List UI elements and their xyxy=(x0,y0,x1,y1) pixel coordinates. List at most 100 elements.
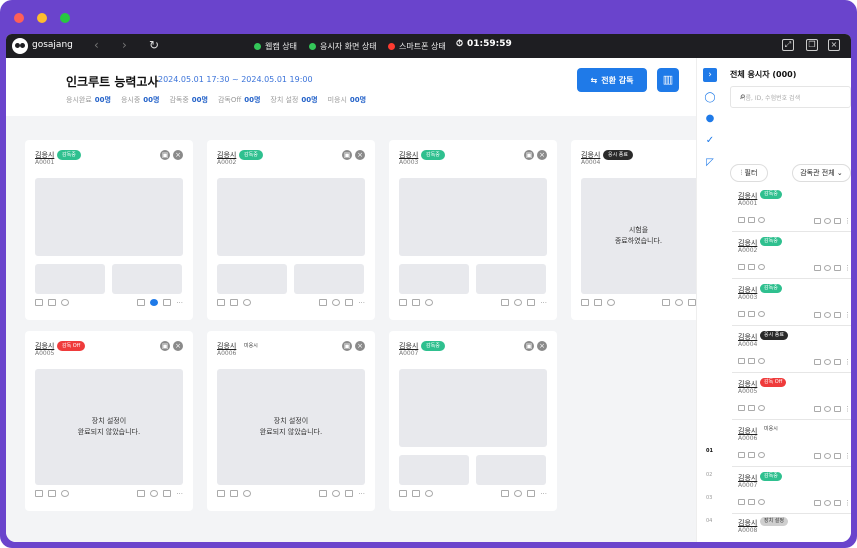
more-icon[interactable]: ⋮ xyxy=(844,217,851,225)
page-3[interactable]: 03 xyxy=(706,495,712,501)
close-icon[interactable]: × xyxy=(173,341,183,351)
users-icon[interactable] xyxy=(425,490,433,497)
users-icon[interactable] xyxy=(758,499,765,505)
users-icon[interactable] xyxy=(758,405,765,411)
users-icon[interactable] xyxy=(758,264,765,270)
camera-icon[interactable] xyxy=(527,490,536,497)
more-icon[interactable]: ⋮ xyxy=(844,452,851,460)
camera-icon[interactable] xyxy=(688,299,696,306)
list-item[interactable]: 김응시 감독중 A0007 ⋮ xyxy=(732,468,851,514)
more-icon[interactable]: ⋮ xyxy=(844,405,851,413)
candidate-card[interactable]: 김응시 감독중 A0002 ▣ × ··· xyxy=(207,140,375,320)
check-icon[interactable]: ✓ xyxy=(704,135,716,147)
chat-icon[interactable] xyxy=(824,406,831,412)
candidate-card[interactable]: 김응시 감독중 A0007 ▣ × ··· xyxy=(389,331,557,511)
chat-icon[interactable] xyxy=(824,265,831,271)
users-icon[interactable] xyxy=(758,358,765,364)
more-icon[interactable]: ··· xyxy=(358,490,365,498)
screen-icon[interactable] xyxy=(48,299,56,306)
memo-icon[interactable] xyxy=(319,490,328,497)
chat-icon[interactable] xyxy=(824,359,831,365)
screen-icon[interactable] xyxy=(748,311,755,317)
memo-icon[interactable] xyxy=(137,490,146,497)
more-icon[interactable]: ⋮ xyxy=(844,311,851,319)
candidate-card[interactable]: 김응시 미응시 A0006 ▣ × 장치 설정이 완료되지 않았습니다. ··· xyxy=(207,331,375,511)
close-icon[interactable]: × xyxy=(537,150,547,160)
camera-icon[interactable] xyxy=(163,490,172,497)
candidate-card[interactable]: 김응시 감독중 A0001 ▣ × ··· xyxy=(25,140,193,320)
camera-icon[interactable] xyxy=(834,406,841,412)
audio-icon[interactable] xyxy=(399,299,407,306)
screen-icon[interactable] xyxy=(594,299,602,306)
more-icon[interactable]: ··· xyxy=(540,299,547,307)
list-item[interactable]: 김응시 감독중 A0001 ⋮ xyxy=(732,186,851,232)
screen-icon[interactable] xyxy=(48,490,56,497)
users-icon[interactable] xyxy=(61,490,69,497)
user-icon[interactable]: ◯ xyxy=(704,92,716,104)
memo-icon[interactable] xyxy=(319,299,328,306)
chat-icon[interactable] xyxy=(332,299,341,306)
audio-icon[interactable] xyxy=(738,217,745,223)
close-icon[interactable]: × xyxy=(828,39,840,51)
chat-icon[interactable] xyxy=(150,299,159,306)
memo-icon[interactable] xyxy=(814,218,821,224)
capture-icon[interactable]: ▣ xyxy=(160,341,170,351)
capture-icon[interactable]: ▣ xyxy=(524,341,534,351)
camera-icon[interactable] xyxy=(345,490,354,497)
list-item[interactable]: 김응시 응시 종료 A0004 ⋮ xyxy=(732,327,851,373)
restore-window-icon[interactable]: ❐ xyxy=(806,39,818,51)
chat-icon[interactable] xyxy=(824,218,831,224)
memo-icon[interactable] xyxy=(814,500,821,506)
users-icon[interactable] xyxy=(758,452,765,458)
camera-icon[interactable] xyxy=(834,453,841,459)
memo-icon[interactable] xyxy=(814,265,821,271)
camera-icon[interactable] xyxy=(834,359,841,365)
forward-icon[interactable]: › xyxy=(122,38,127,52)
audio-icon[interactable] xyxy=(738,499,745,505)
screen-icon[interactable] xyxy=(412,299,420,306)
capture-icon[interactable]: ⤢ xyxy=(782,39,794,51)
search-input[interactable]: 이름, ID, 수험번호 검색 ⌕ xyxy=(730,86,851,108)
close-icon[interactable]: × xyxy=(537,341,547,351)
screen-icon[interactable] xyxy=(412,490,420,497)
candidate-card[interactable]: 김응시 감독 Off A0005 ▣ × 장치 설정이 완료되지 않았습니다. ·… xyxy=(25,331,193,511)
close-icon[interactable]: × xyxy=(355,150,365,160)
close-icon[interactable]: × xyxy=(355,341,365,351)
users-icon[interactable] xyxy=(607,299,615,306)
page-1[interactable]: 01 xyxy=(706,448,713,454)
maximize-window-button[interactable] xyxy=(60,13,70,23)
camera-icon[interactable] xyxy=(834,218,841,224)
camera-icon[interactable] xyxy=(834,312,841,318)
memo-icon[interactable] xyxy=(501,299,510,306)
memo-icon[interactable] xyxy=(814,406,821,412)
screen-icon[interactable] xyxy=(748,217,755,223)
minimize-window-button[interactable] xyxy=(37,13,47,23)
collapse-panel-button[interactable]: › xyxy=(703,68,717,82)
capture-icon[interactable]: ▣ xyxy=(342,150,352,160)
audio-icon[interactable] xyxy=(738,358,745,364)
audio-icon[interactable] xyxy=(738,405,745,411)
capture-icon[interactable]: ▣ xyxy=(342,341,352,351)
chat-icon[interactable] xyxy=(824,500,831,506)
audio-icon[interactable] xyxy=(738,311,745,317)
screen-icon[interactable] xyxy=(230,490,238,497)
users-icon[interactable] xyxy=(758,311,765,317)
users-icon[interactable] xyxy=(61,299,69,306)
chat-icon[interactable] xyxy=(514,299,523,306)
chat-icon[interactable] xyxy=(514,490,523,497)
more-icon[interactable]: ··· xyxy=(358,299,365,307)
audio-icon[interactable] xyxy=(399,490,407,497)
search-icon[interactable]: ⌕ xyxy=(740,91,845,102)
candidate-card[interactable]: 김응시 응시 종료 A0004 시험을 종료하였습니다. xyxy=(571,140,696,320)
list-item[interactable]: 김응시 미응시 A0006 ⋮ xyxy=(732,421,851,467)
chat-icon[interactable] xyxy=(150,490,159,497)
filter-button[interactable]: ⫶ 필터 xyxy=(730,164,768,182)
camera-icon[interactable] xyxy=(163,299,172,306)
memo-icon[interactable] xyxy=(662,299,670,306)
page-2[interactable]: 02 xyxy=(706,472,712,478)
page-4[interactable]: 04 xyxy=(706,518,712,524)
audio-icon[interactable] xyxy=(738,264,745,270)
memo-icon[interactable] xyxy=(814,359,821,365)
screen-icon[interactable] xyxy=(748,452,755,458)
switch-proctor-button[interactable]: ⇆ 전환 감독 xyxy=(577,68,647,92)
